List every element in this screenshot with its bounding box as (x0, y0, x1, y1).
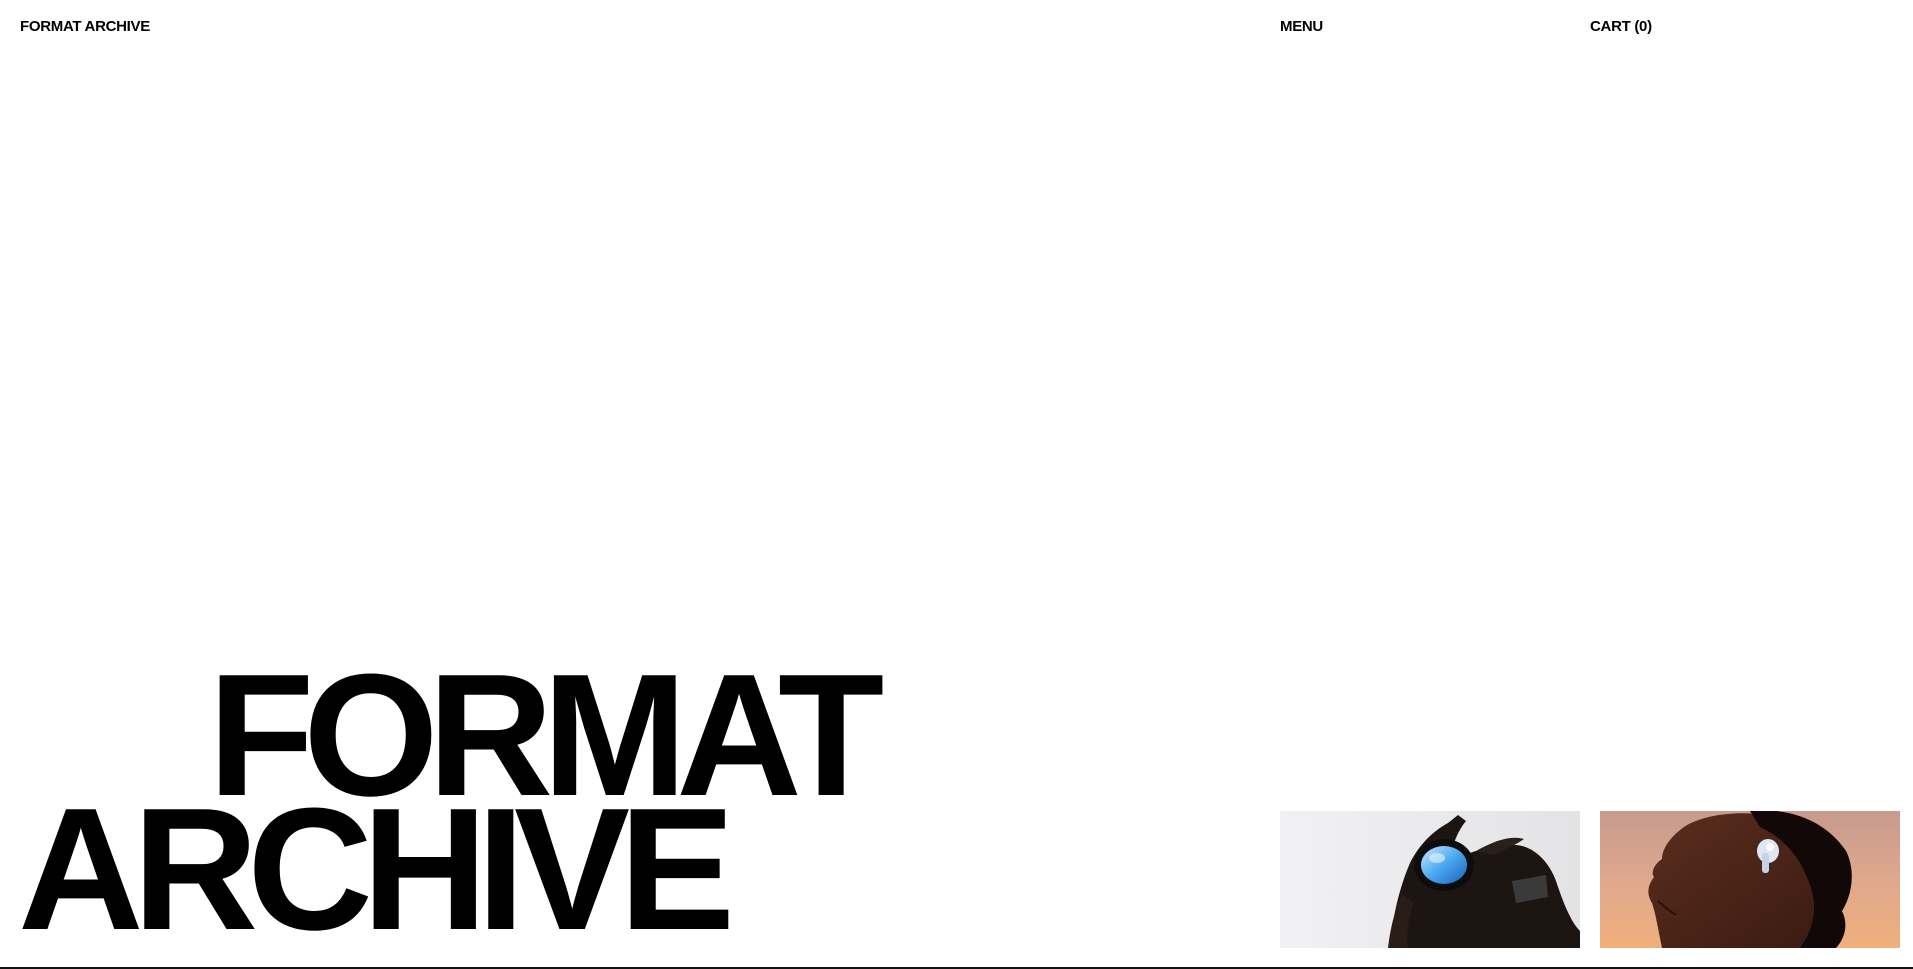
earbud-profile-image (1648, 811, 1852, 948)
gallery-image-lens[interactable] (1280, 811, 1580, 948)
page: FORMAT ARCHIVE MENU CART (0) FORMAT ARCH… (0, 0, 1913, 969)
hero-title: FORMAT ARCHIVE (18, 648, 884, 956)
menu-button[interactable]: MENU (1280, 17, 1323, 37)
gallery-image-earbud[interactable] (1600, 811, 1900, 948)
brand-logo-link[interactable]: FORMAT ARCHIVE (20, 17, 150, 37)
cart-button[interactable]: CART (0) (1590, 17, 1652, 37)
hand-lens-image (1280, 811, 1580, 948)
